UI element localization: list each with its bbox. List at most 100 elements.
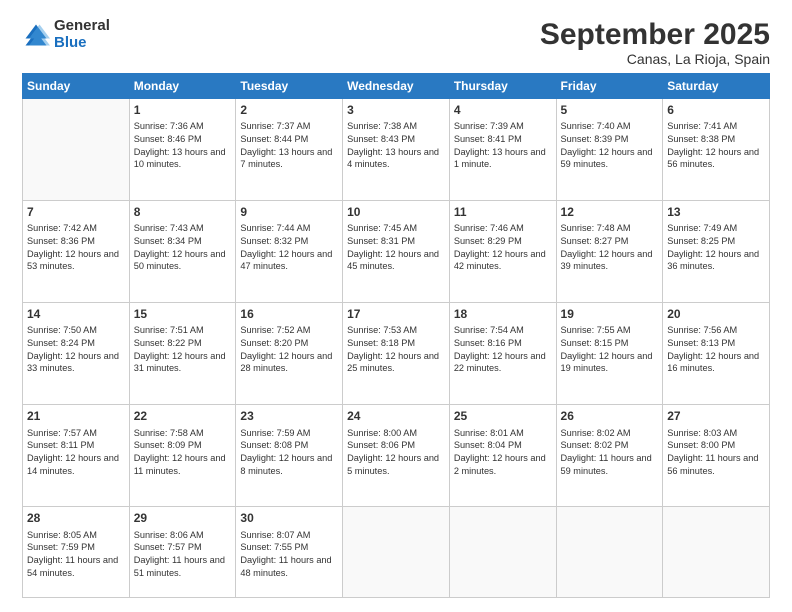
calendar-header-row: Sunday Monday Tuesday Wednesday Thursday… xyxy=(23,74,770,99)
col-friday: Friday xyxy=(556,74,663,99)
table-row: 2Sunrise: 7:37 AM Sunset: 8:44 PM Daylig… xyxy=(236,99,343,201)
table-row: 21 Sunrise: 7:57 AM Sunset: 8:11 PM Dayli… xyxy=(23,405,130,507)
table-row: 9 Sunrise: 7:44 AM Sunset: 8:32 PM Daylig… xyxy=(236,201,343,303)
logo-general: General xyxy=(54,18,110,35)
table-row: 15Sunrise: 7:51 AM Sunset: 8:22 PM Dayli… xyxy=(129,303,236,405)
day-number: 11 xyxy=(454,204,552,220)
table-row: 24Sunrise: 8:00 AM Sunset: 8:06 PM Dayli… xyxy=(343,405,450,507)
header: General Blue September 2025 Canas, La Ri… xyxy=(22,18,770,67)
day-info: Sunrise: 7:41 AM Sunset: 8:38 PM Dayligh… xyxy=(667,120,765,171)
day-info: Sunrise: 7:44 AM Sunset: 8:32 PM Dayligh… xyxy=(240,222,338,273)
table-row: 11 Sunrise: 7:46 AM Sunset: 8:29 PM Dayli… xyxy=(449,201,556,303)
day-info: Sunrise: 7:36 AM Sunset: 8:46 PM Dayligh… xyxy=(134,120,232,171)
day-number: 2 xyxy=(240,102,338,118)
table-row: 1 Sunrise: 7:36 AM Sunset: 8:46 PM Daylig… xyxy=(129,99,236,201)
day-number: 24 xyxy=(347,408,445,424)
day-number: 17 xyxy=(347,306,445,322)
day-number: 29 xyxy=(134,510,232,526)
table-row: 26 Sunrise: 8:02 AM Sunset: 8:02 PM Dayli… xyxy=(556,405,663,507)
day-number: 20 xyxy=(667,306,765,322)
table-row: 17Sunrise: 7:53 AM Sunset: 8:18 PM Dayli… xyxy=(343,303,450,405)
day-info: Sunrise: 7:54 AM Sunset: 8:16 PM Dayligh… xyxy=(454,324,552,375)
table-row: 16 Sunrise: 7:52 AM Sunset: 8:20 PM Dayli… xyxy=(236,303,343,405)
table-row xyxy=(449,507,556,598)
table-row: 25 Sunrise: 8:01 AM Sunset: 8:04 PM Dayli… xyxy=(449,405,556,507)
page: General Blue September 2025 Canas, La Ri… xyxy=(0,0,792,612)
day-info: Sunrise: 7:45 AM Sunset: 8:31 PM Dayligh… xyxy=(347,222,445,273)
day-number: 12 xyxy=(561,204,659,220)
day-number: 30 xyxy=(240,510,338,526)
logo-blue: Blue xyxy=(54,35,110,52)
table-row: 22 Sunrise: 7:58 AM Sunset: 8:09 PM Dayli… xyxy=(129,405,236,507)
table-row: 10 Sunrise: 7:45 AM Sunset: 8:31 PM Dayli… xyxy=(343,201,450,303)
day-number: 25 xyxy=(454,408,552,424)
calendar-title: September 2025 xyxy=(540,18,770,51)
logo-icon xyxy=(22,21,50,49)
day-info: Sunrise: 7:46 AM Sunset: 8:29 PM Dayligh… xyxy=(454,222,552,273)
table-row: 5 Sunrise: 7:40 AM Sunset: 8:39 PM Daylig… xyxy=(556,99,663,201)
table-row xyxy=(556,507,663,598)
col-wednesday: Wednesday xyxy=(343,74,450,99)
day-info: Sunrise: 7:40 AM Sunset: 8:39 PM Dayligh… xyxy=(561,120,659,171)
col-saturday: Saturday xyxy=(663,74,770,99)
table-row: 6 Sunrise: 7:41 AM Sunset: 8:38 PM Daylig… xyxy=(663,99,770,201)
day-info: Sunrise: 7:57 AM Sunset: 8:11 PM Dayligh… xyxy=(27,427,125,478)
day-number: 9 xyxy=(240,204,338,220)
day-info: Sunrise: 7:52 AM Sunset: 8:20 PM Dayligh… xyxy=(240,324,338,375)
day-number: 21 xyxy=(27,408,125,424)
day-info: Sunrise: 8:05 AM Sunset: 7:59 PM Dayligh… xyxy=(27,529,125,580)
table-row: 12 Sunrise: 7:48 AM Sunset: 8:27 PM Dayli… xyxy=(556,201,663,303)
day-info: Sunrise: 8:01 AM Sunset: 8:04 PM Dayligh… xyxy=(454,427,552,478)
table-row: 27 Sunrise: 8:03 AM Sunset: 8:00 PM Dayli… xyxy=(663,405,770,507)
day-number: 27 xyxy=(667,408,765,424)
day-info: Sunrise: 7:38 AM Sunset: 8:43 PM Dayligh… xyxy=(347,120,445,171)
day-number: 16 xyxy=(240,306,338,322)
table-row: 28Sunrise: 8:05 AM Sunset: 7:59 PM Dayli… xyxy=(23,507,130,598)
table-row xyxy=(663,507,770,598)
day-number: 8 xyxy=(134,204,232,220)
table-row: 7 Sunrise: 7:42 AM Sunset: 8:36 PM Daylig… xyxy=(23,201,130,303)
day-info: Sunrise: 7:42 AM Sunset: 8:36 PM Dayligh… xyxy=(27,222,125,273)
day-info: Sunrise: 8:02 AM Sunset: 8:02 PM Dayligh… xyxy=(561,427,659,478)
table-row: 13Sunrise: 7:49 AM Sunset: 8:25 PM Dayli… xyxy=(663,201,770,303)
table-row: 23Sunrise: 7:59 AM Sunset: 8:08 PM Dayli… xyxy=(236,405,343,507)
table-row: 30Sunrise: 8:07 AM Sunset: 7:55 PM Dayli… xyxy=(236,507,343,598)
table-row: 8 Sunrise: 7:43 AM Sunset: 8:34 PM Daylig… xyxy=(129,201,236,303)
day-number: 4 xyxy=(454,102,552,118)
table-row xyxy=(23,99,130,201)
table-row: 19Sunrise: 7:55 AM Sunset: 8:15 PM Dayli… xyxy=(556,303,663,405)
day-number: 5 xyxy=(561,102,659,118)
day-info: Sunrise: 7:56 AM Sunset: 8:13 PM Dayligh… xyxy=(667,324,765,375)
col-sunday: Sunday xyxy=(23,74,130,99)
logo-text: General Blue xyxy=(54,18,110,51)
day-info: Sunrise: 7:50 AM Sunset: 8:24 PM Dayligh… xyxy=(27,324,125,375)
day-number: 26 xyxy=(561,408,659,424)
table-row: 20 Sunrise: 7:56 AM Sunset: 8:13 PM Dayli… xyxy=(663,303,770,405)
day-number: 18 xyxy=(454,306,552,322)
table-row: 14 Sunrise: 7:50 AM Sunset: 8:24 PM Dayli… xyxy=(23,303,130,405)
day-number: 13 xyxy=(667,204,765,220)
day-info: Sunrise: 8:03 AM Sunset: 8:00 PM Dayligh… xyxy=(667,427,765,478)
day-info: Sunrise: 7:48 AM Sunset: 8:27 PM Dayligh… xyxy=(561,222,659,273)
calendar-subtitle: Canas, La Rioja, Spain xyxy=(540,51,770,67)
table-row: 3 Sunrise: 7:38 AM Sunset: 8:43 PM Daylig… xyxy=(343,99,450,201)
table-row: 29 Sunrise: 8:06 AM Sunset: 7:57 PM Dayli… xyxy=(129,507,236,598)
day-number: 7 xyxy=(27,204,125,220)
day-info: Sunrise: 7:51 AM Sunset: 8:22 PM Dayligh… xyxy=(134,324,232,375)
day-number: 14 xyxy=(27,306,125,322)
day-info: Sunrise: 7:59 AM Sunset: 8:08 PM Dayligh… xyxy=(240,427,338,478)
day-number: 1 xyxy=(134,102,232,118)
day-info: Sunrise: 7:55 AM Sunset: 8:15 PM Dayligh… xyxy=(561,324,659,375)
logo: General Blue xyxy=(22,18,110,51)
calendar-table: Sunday Monday Tuesday Wednesday Thursday… xyxy=(22,73,770,598)
day-info: Sunrise: 7:58 AM Sunset: 8:09 PM Dayligh… xyxy=(134,427,232,478)
table-row xyxy=(343,507,450,598)
day-info: Sunrise: 8:06 AM Sunset: 7:57 PM Dayligh… xyxy=(134,529,232,580)
day-number: 10 xyxy=(347,204,445,220)
day-number: 22 xyxy=(134,408,232,424)
day-number: 3 xyxy=(347,102,445,118)
day-info: Sunrise: 7:43 AM Sunset: 8:34 PM Dayligh… xyxy=(134,222,232,273)
day-info: Sunrise: 7:39 AM Sunset: 8:41 PM Dayligh… xyxy=(454,120,552,171)
day-number: 6 xyxy=(667,102,765,118)
table-row: 18 Sunrise: 7:54 AM Sunset: 8:16 PM Dayli… xyxy=(449,303,556,405)
